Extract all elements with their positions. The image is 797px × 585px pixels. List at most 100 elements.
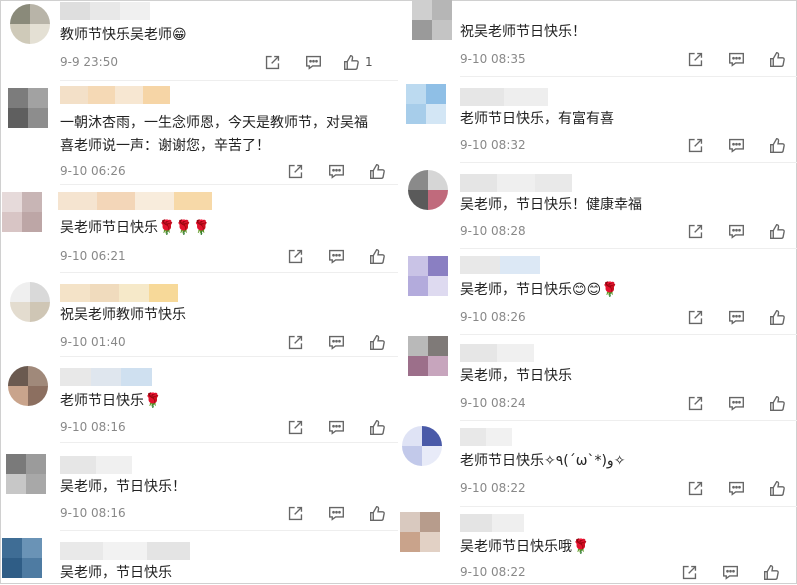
like-button[interactable] bbox=[366, 160, 388, 182]
like-button[interactable] bbox=[766, 392, 788, 414]
avatar[interactable] bbox=[6, 454, 46, 494]
comment-button[interactable] bbox=[325, 160, 347, 182]
like-button[interactable] bbox=[366, 416, 388, 438]
avatar[interactable] bbox=[10, 4, 50, 44]
avatar[interactable] bbox=[8, 366, 48, 406]
avatar[interactable] bbox=[2, 538, 42, 578]
comment-text: 吴老师，节日快乐！ bbox=[60, 479, 186, 495]
avatar[interactable] bbox=[10, 282, 50, 322]
like-button[interactable] bbox=[760, 561, 782, 583]
username-blurred[interactable] bbox=[460, 428, 512, 446]
comment-icon bbox=[728, 138, 744, 153]
comment-item: 吴老师，节日快乐 9-10 08:24 bbox=[398, 336, 797, 420]
share-button[interactable] bbox=[284, 331, 306, 353]
comment-time: 9-10 01:40 bbox=[60, 335, 126, 349]
like-button[interactable] bbox=[366, 502, 388, 524]
comment-button[interactable] bbox=[325, 331, 347, 353]
share-icon bbox=[682, 565, 696, 579]
thumbs-up-icon bbox=[369, 505, 385, 521]
username-blurred[interactable] bbox=[60, 284, 178, 302]
avatar[interactable] bbox=[400, 512, 440, 552]
share-icon bbox=[688, 224, 702, 238]
share-button[interactable] bbox=[684, 48, 706, 70]
avatar[interactable] bbox=[408, 336, 448, 376]
username-blurred[interactable] bbox=[60, 86, 170, 104]
comment-button[interactable] bbox=[725, 220, 747, 242]
comment-column-right: 祝吴老师节日快乐！ 9-10 08:35 老师节日快乐，有富有喜 9-10 08… bbox=[398, 0, 797, 584]
share-button[interactable] bbox=[684, 392, 706, 414]
like-button[interactable] bbox=[766, 306, 788, 328]
username-blurred[interactable] bbox=[460, 88, 548, 106]
username-blurred[interactable] bbox=[60, 2, 150, 20]
comment-button[interactable] bbox=[325, 245, 347, 267]
comment-icon bbox=[328, 420, 344, 435]
like-button[interactable]: 1 bbox=[343, 51, 373, 73]
avatar[interactable] bbox=[412, 0, 452, 40]
username-blurred[interactable] bbox=[460, 514, 524, 532]
comment-time: 9-10 08:28 bbox=[460, 224, 526, 238]
avatar[interactable] bbox=[402, 426, 442, 466]
comment-button[interactable] bbox=[725, 48, 747, 70]
comment-text: 吴老师节日快乐🌹🌹🌹 bbox=[60, 220, 211, 236]
comment-button[interactable] bbox=[725, 306, 747, 328]
username-blurred[interactable] bbox=[460, 344, 534, 362]
like-button[interactable] bbox=[766, 477, 788, 499]
comment-actions bbox=[684, 306, 788, 328]
comment-item: 老师节日快乐，有富有喜 9-10 08:32 bbox=[398, 78, 797, 162]
comment-actions bbox=[684, 477, 788, 499]
like-button[interactable] bbox=[766, 134, 788, 156]
thumbs-up-icon bbox=[369, 334, 385, 350]
share-icon bbox=[688, 138, 702, 152]
share-icon bbox=[688, 52, 702, 66]
username-blurred[interactable] bbox=[58, 192, 212, 210]
comment-icon bbox=[722, 565, 738, 580]
thumbs-up-icon bbox=[763, 564, 779, 580]
comment-item: 吴老师节日快乐哦🌹 9-10 08:22 bbox=[398, 508, 797, 584]
divider bbox=[460, 506, 797, 507]
avatar[interactable] bbox=[2, 192, 42, 232]
share-icon bbox=[288, 335, 302, 349]
comment-actions bbox=[684, 48, 788, 70]
avatar[interactable] bbox=[406, 84, 446, 124]
comment-button[interactable] bbox=[725, 477, 747, 499]
username-blurred[interactable] bbox=[460, 174, 572, 192]
share-button[interactable] bbox=[684, 220, 706, 242]
share-button[interactable] bbox=[684, 134, 706, 156]
thumbs-up-icon bbox=[769, 223, 785, 239]
share-button[interactable] bbox=[684, 306, 706, 328]
share-button[interactable] bbox=[284, 160, 306, 182]
comment-text: 老师节日快乐🌹 bbox=[60, 393, 162, 409]
username-blurred[interactable] bbox=[60, 456, 132, 474]
like-button[interactable] bbox=[366, 245, 388, 267]
share-button[interactable] bbox=[684, 477, 706, 499]
comment-button[interactable] bbox=[302, 51, 324, 73]
comment-button[interactable] bbox=[325, 502, 347, 524]
share-button[interactable] bbox=[678, 561, 700, 583]
comment-item: 吴老师，节日快乐 bbox=[0, 532, 398, 584]
comment-button[interactable] bbox=[719, 561, 741, 583]
thumbs-up-icon bbox=[769, 51, 785, 67]
thumbs-up-icon bbox=[369, 163, 385, 179]
username-blurred[interactable] bbox=[60, 368, 153, 386]
share-button[interactable] bbox=[284, 502, 306, 524]
share-button[interactable] bbox=[284, 416, 306, 438]
avatar[interactable] bbox=[408, 170, 448, 210]
comment-actions bbox=[684, 220, 788, 242]
share-button[interactable] bbox=[284, 245, 306, 267]
thumbs-up-icon bbox=[769, 480, 785, 496]
avatar[interactable] bbox=[8, 88, 48, 128]
share-button[interactable] bbox=[261, 51, 283, 73]
comment-button[interactable] bbox=[725, 134, 747, 156]
username-blurred[interactable] bbox=[460, 256, 540, 274]
comment-actions bbox=[284, 245, 388, 267]
comment-item: 祝吴老师节日快乐！ 9-10 08:35 bbox=[398, 0, 797, 74]
like-button[interactable] bbox=[766, 48, 788, 70]
username-blurred[interactable] bbox=[60, 542, 190, 560]
comment-button[interactable] bbox=[725, 392, 747, 414]
like-button[interactable] bbox=[766, 220, 788, 242]
comment-button[interactable] bbox=[325, 416, 347, 438]
like-button[interactable] bbox=[366, 331, 388, 353]
comment-text: 祝吴老师节日快乐！ bbox=[460, 24, 586, 40]
comment-time: 9-10 08:35 bbox=[460, 52, 526, 66]
avatar[interactable] bbox=[408, 256, 448, 296]
